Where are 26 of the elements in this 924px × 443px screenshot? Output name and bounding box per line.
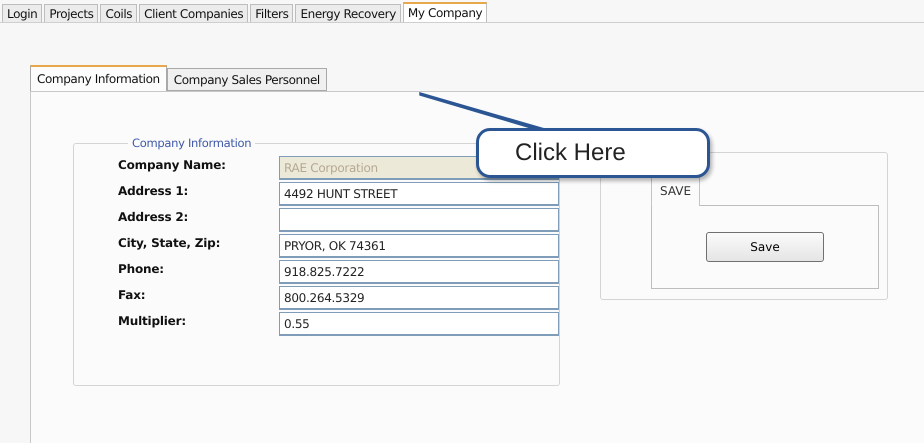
tab[interactable]: Client Companies (139, 4, 248, 22)
text-field[interactable]: 4492 HUNT STREET (279, 182, 559, 206)
tab[interactable]: Login (2, 4, 42, 22)
tab[interactable]: Company Information (30, 65, 167, 91)
tab[interactable]: Energy Recovery (295, 4, 401, 22)
text-field[interactable]: 800.264.5329 (279, 286, 559, 310)
field-label: Fax: (118, 287, 146, 304)
field-label: City, State, Zip: (118, 235, 222, 252)
field-label: Phone: (118, 261, 165, 278)
text-field[interactable]: 0.55 (279, 312, 559, 336)
tab[interactable]: Projects (44, 4, 98, 22)
tab[interactable]: Company Sales Personnel (166, 68, 327, 91)
field-label: Address 1: (118, 183, 190, 200)
group-title: Company Information (131, 136, 252, 150)
text-field[interactable]: PRYOR, OK 74361 (279, 234, 559, 258)
save-button[interactable]: Save (706, 232, 824, 262)
text-field[interactable]: 918.825.7222 (279, 260, 559, 284)
tab[interactable]: Filters (250, 4, 294, 22)
field-label: Address 2: (118, 209, 190, 226)
text-field[interactable] (279, 208, 559, 232)
tab[interactable]: My Company (402, 2, 488, 22)
tab[interactable]: Coils (100, 4, 138, 22)
field-label: Multiplier: (118, 313, 187, 330)
callout-tooltip: Click Here (476, 128, 710, 178)
tab[interactable]: SAVE (651, 176, 700, 206)
field-label: Company Name: (118, 157, 227, 174)
